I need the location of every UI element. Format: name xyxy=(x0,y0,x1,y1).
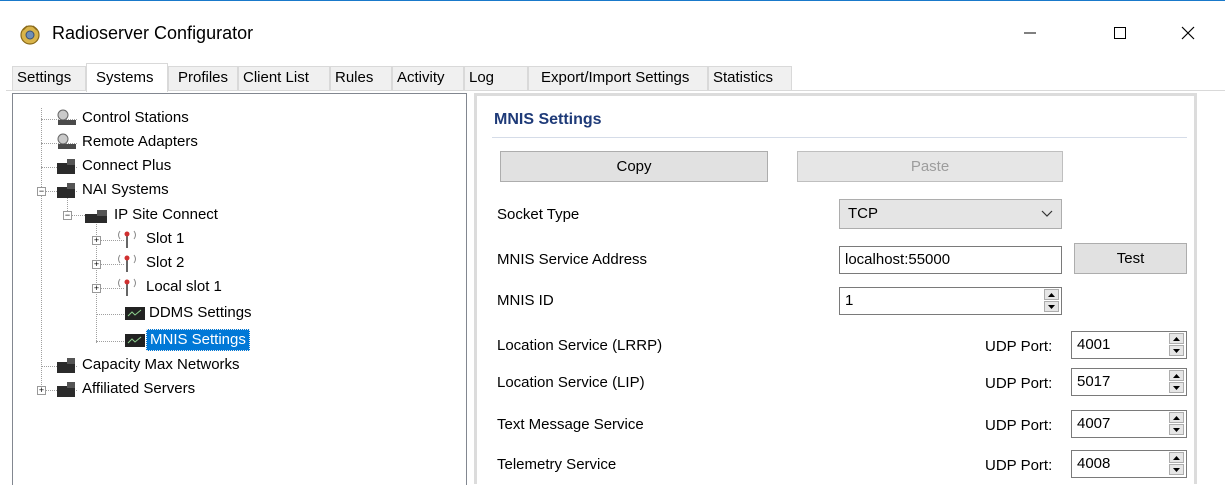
local-slot1-expand-icon[interactable]: + xyxy=(92,284,101,293)
lrrp-port-stepper[interactable]: 4001 xyxy=(1071,331,1187,359)
mnis-id-stepper[interactable]: 1 xyxy=(839,287,1062,315)
lrrp-port-value: 4001 xyxy=(1077,336,1111,353)
slot1-expand-icon[interactable]: + xyxy=(92,236,101,245)
maximize-icon xyxy=(1114,27,1126,39)
increment-icon[interactable] xyxy=(1169,370,1184,381)
close-icon xyxy=(1181,26,1195,40)
tab-profiles[interactable]: Profiles xyxy=(168,66,238,90)
network-system-icon xyxy=(57,358,75,373)
lip-port-stepper[interactable]: 5017 xyxy=(1071,368,1187,396)
lip-port-value: 5017 xyxy=(1077,373,1111,390)
socket-type-label: Socket Type xyxy=(497,206,580,223)
settings-device-icon xyxy=(125,334,145,347)
tree-item-mnis-settings[interactable]: MNIS Settings xyxy=(124,329,250,351)
ip-site-connect-collapse-icon[interactable]: − xyxy=(63,211,72,220)
increment-icon[interactable] xyxy=(1169,412,1184,423)
telemetry-port-stepper[interactable]: 4008 xyxy=(1071,450,1187,478)
tab-log[interactable]: Log xyxy=(464,66,528,90)
tree-item-control-stations[interactable]: Control Stations xyxy=(55,107,192,129)
decrement-icon[interactable] xyxy=(1169,464,1184,475)
text-message-port-value: 4007 xyxy=(1077,415,1111,432)
udp-port-label: UDP Port: xyxy=(985,457,1053,474)
tree-item-capacity-max[interactable]: Capacity Max Networks xyxy=(55,354,243,376)
mnis-id-label: MNIS ID xyxy=(497,292,554,309)
udp-port-label: UDP Port: xyxy=(985,338,1053,355)
tab-statistics[interactable]: Statistics xyxy=(708,66,792,90)
close-button[interactable] xyxy=(1166,13,1210,53)
lip-service-label: Location Service (LIP) xyxy=(497,374,645,391)
panel-title: MNIS Settings xyxy=(494,111,602,128)
minimize-icon xyxy=(1024,32,1036,34)
tree-item-connect-plus[interactable]: Connect Plus xyxy=(55,155,174,177)
udp-port-label: UDP Port: xyxy=(985,375,1053,392)
test-button[interactable]: Test xyxy=(1074,243,1187,274)
increment-icon[interactable] xyxy=(1169,333,1184,344)
slot2-expand-icon[interactable]: + xyxy=(92,260,101,269)
antenna-icon xyxy=(118,278,136,296)
window-title: Radioserver Configurator xyxy=(52,23,254,43)
increment-icon[interactable] xyxy=(1169,452,1184,463)
tree-item-nai-systems[interactable]: NAI Systems xyxy=(55,179,172,201)
nai-systems-collapse-icon[interactable]: − xyxy=(37,187,46,196)
chevron-down-icon xyxy=(1041,210,1053,217)
tab-systems[interactable]: Systems xyxy=(86,63,168,92)
telemetry-port-value: 4008 xyxy=(1077,455,1111,472)
paste-button[interactable]: Paste xyxy=(797,151,1063,182)
copy-button[interactable]: Copy xyxy=(500,151,768,182)
tab-export-import[interactable]: Export/Import Settings xyxy=(528,66,708,90)
decrement-icon[interactable] xyxy=(1169,345,1184,356)
minimize-button[interactable] xyxy=(1008,13,1052,53)
title-bar: Radioserver Configurator xyxy=(0,0,1225,58)
tree-item-remote-adapters[interactable]: Remote Adapters xyxy=(55,131,201,153)
decrement-icon[interactable] xyxy=(1169,382,1184,393)
mnis-service-address-label: MNIS Service Address xyxy=(497,251,648,268)
tab-rules[interactable]: Rules xyxy=(330,66,392,90)
tree-item-slot-2[interactable]: Slot 2 xyxy=(111,252,187,274)
mnis-service-address-input[interactable]: localhost:55000 xyxy=(839,246,1062,274)
maximize-button[interactable] xyxy=(1098,13,1142,53)
affiliated-expand-icon[interactable]: + xyxy=(37,386,46,395)
udp-port-label: UDP Port: xyxy=(985,417,1053,434)
decrement-icon[interactable] xyxy=(1044,301,1059,312)
tab-strip: Settings Systems Profiles Client List Ru… xyxy=(0,63,1225,92)
systems-tree[interactable]: − − + + + + Control Stations Remote Adap… xyxy=(12,93,467,485)
socket-type-value: TCP xyxy=(848,205,878,222)
text-message-service-label: Text Message Service xyxy=(497,416,644,433)
lrrp-service-label: Location Service (LRRP) xyxy=(497,337,663,354)
tab-activity[interactable]: Activity xyxy=(392,66,464,90)
tree-item-slot-1[interactable]: Slot 1 xyxy=(111,228,187,250)
network-system-icon xyxy=(57,183,75,198)
socket-type-select[interactable]: TCP xyxy=(839,199,1062,229)
antenna-icon xyxy=(118,230,136,248)
decrement-icon[interactable] xyxy=(1169,424,1184,435)
mnis-id-value: 1 xyxy=(845,292,854,309)
network-system-icon xyxy=(57,159,75,174)
telemetry-service-label: Telemetry Service xyxy=(497,456,617,473)
tab-client-list[interactable]: Client List xyxy=(238,66,330,90)
tree-item-local-slot-1[interactable]: Local slot 1 xyxy=(111,276,225,298)
tree-item-ip-site-connect[interactable]: IP Site Connect xyxy=(83,204,221,226)
control-station-icon xyxy=(57,109,76,125)
text-message-port-stepper[interactable]: 4007 xyxy=(1071,410,1187,438)
site-icon xyxy=(85,210,107,223)
tree-item-ddms-settings[interactable]: DDMS Settings xyxy=(124,302,255,324)
antenna-icon xyxy=(118,254,136,272)
increment-icon[interactable] xyxy=(1044,289,1059,300)
settings-device-icon xyxy=(125,307,145,320)
network-system-icon xyxy=(57,382,75,397)
app-icon xyxy=(20,25,40,45)
tab-settings[interactable]: Settings xyxy=(12,66,86,90)
tree-item-affiliated-servers[interactable]: Affiliated Servers xyxy=(55,378,198,400)
remote-adapter-icon xyxy=(57,133,76,149)
panel-divider xyxy=(492,137,1187,138)
